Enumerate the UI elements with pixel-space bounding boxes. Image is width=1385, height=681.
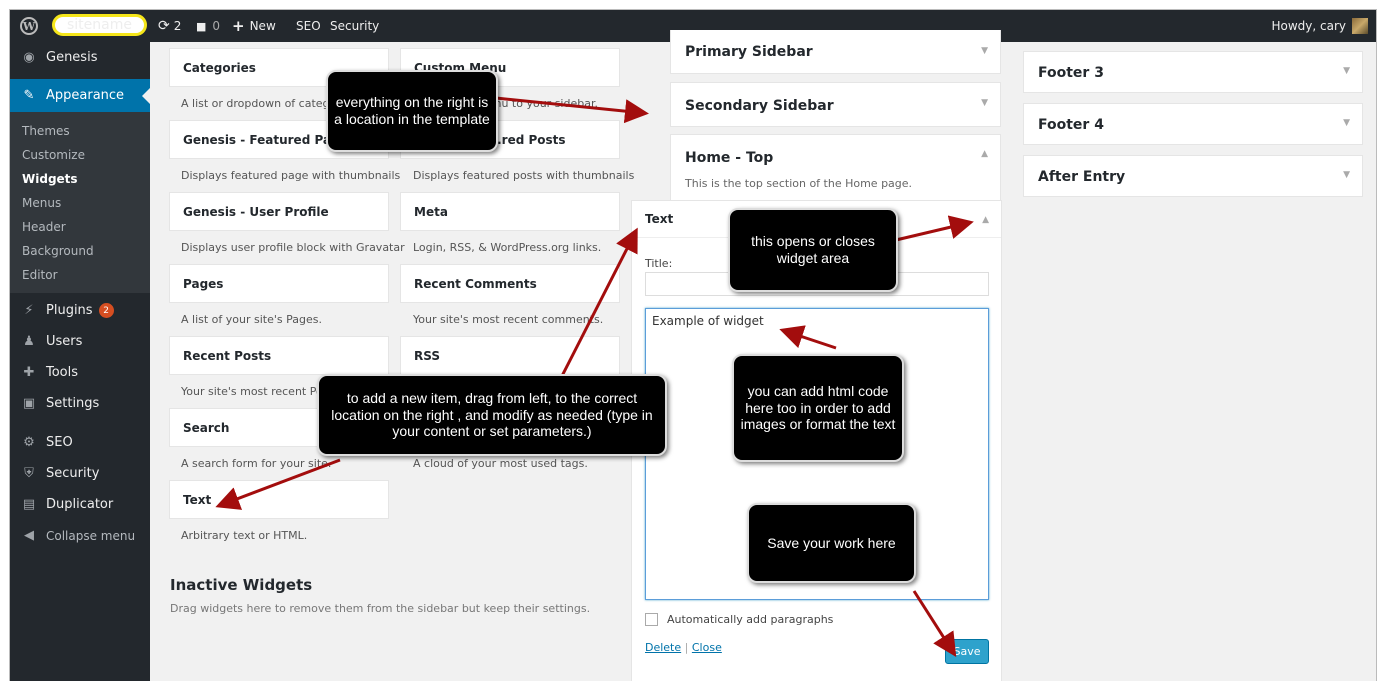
arrow-to-locations xyxy=(495,96,649,124)
wp-admin-frame: W sitename ⟳ 2 ■ 0 + New SEO Security Ho… xyxy=(9,9,1377,681)
callout-html-code: you can add html code here too in order … xyxy=(732,354,904,462)
arrow-to-text-widget xyxy=(560,227,638,377)
arrow-to-textarea xyxy=(779,325,837,350)
annotation-arrows xyxy=(215,96,974,658)
arrow-to-toggle xyxy=(895,215,974,242)
callout-save-here: Save your work here xyxy=(747,503,916,583)
callout-opens-closes: this opens or closes widget area xyxy=(728,208,898,292)
arrow-to-text-item xyxy=(215,458,341,510)
callout-drag-info: to add a new item, drag from left, to th… xyxy=(317,374,667,456)
arrow-to-save xyxy=(912,590,957,658)
callout-right-locations: everything on the right is a location in… xyxy=(326,70,498,152)
